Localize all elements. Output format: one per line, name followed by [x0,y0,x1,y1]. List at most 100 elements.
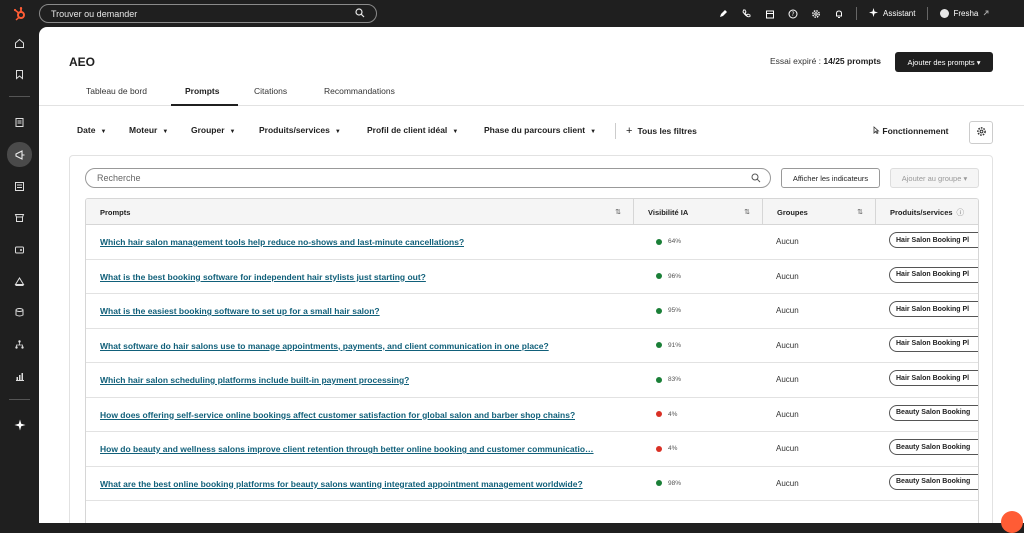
assistant-button[interactable]: Assistant [863,8,921,19]
table-header: Prompts ⇅ Visibilité IA ⇅ Groupes ⇅ Produit… [86,199,978,225]
add-to-group-button[interactable]: Ajouter au groupe ▾ [890,168,979,188]
filter-products[interactable]: Produits/services ▼ [259,125,341,135]
caret-down-icon: ▼ [100,129,107,135]
product-tag[interactable]: Hair Salon Booking Pl [889,370,978,386]
chat-launcher-button[interactable] [1001,511,1023,533]
table-row[interactable]: Which hair salon scheduling platforms in… [86,363,978,398]
column-label: Groupes [777,207,808,217]
group-value: Aucun [776,409,799,419]
network-icon[interactable] [7,332,32,357]
all-filters-button[interactable]: + Tous les filtres [626,125,697,137]
tab-citations[interactable]: Citations [254,86,287,96]
table-row[interactable]: What software do hair salons use to mana… [86,329,978,363]
sort-icon[interactable]: ⇅ [615,208,621,216]
cursor-click-icon [871,126,880,136]
search-icon[interactable] [355,8,365,20]
sort-icon[interactable]: ⇅ [744,208,750,216]
filter-bar: Date ▼ Moteur ▼ Grouper ▼ Produits/services… [39,121,1024,144]
settings-button[interactable] [969,121,993,144]
table-row[interactable]: How do beauty and wellness salons improv… [86,432,978,467]
table-row[interactable]: What is the easiest booking software to … [86,294,978,329]
content-icon[interactable] [7,174,32,199]
status-dot-icon [656,273,662,279]
prompt-link[interactable]: What software do hair salons use to mana… [100,341,549,351]
how-it-works-button[interactable]: Fonctionnement [871,125,948,136]
help-icon[interactable]: ? [781,0,804,27]
search-icon [751,173,761,185]
visibility-cell: 4% [656,445,677,452]
prompt-link[interactable]: Which hair salon scheduling platforms in… [100,375,409,385]
caret-down-icon: ▼ [162,129,169,135]
trial-count: 14/25 prompts [823,56,882,66]
prompt-link[interactable]: What is the best booking software for in… [100,272,426,282]
prompt-link[interactable]: Which hair salon management tools help r… [100,237,464,247]
filter-date[interactable]: Date ▼ [77,125,106,135]
product-tag[interactable]: Beauty Salon Booking [889,439,978,455]
column-header-prompts[interactable]: Prompts ⇅ [86,199,634,225]
avatar [940,9,950,18]
table-row[interactable]: What is the best booking software for in… [86,260,978,294]
visibility-cell: 91% [656,342,681,349]
product-tag[interactable]: Hair Salon Booking Pl [889,335,978,352]
data-icon[interactable] [7,300,32,325]
product-tag[interactable]: Hair Salon Booking Pl [889,232,978,248]
column-header-products[interactable]: Produits/services ⓘ [876,199,978,225]
column-header-visibility[interactable]: Visibilité IA ⇅ [634,199,763,225]
contacts-icon[interactable] [7,110,32,135]
product-tag[interactable]: Beauty Salon Booking [889,404,978,421]
visibility-value: 91% [668,341,682,349]
status-dot-icon [656,342,662,348]
filter-group[interactable]: Grouper ▼ [191,125,235,135]
caret-down-icon: ▼ [334,129,341,135]
prompt-link[interactable]: What are the best online booking platfor… [100,479,583,489]
all-filters-label: Tous les filtres [637,126,697,136]
marketing-icon[interactable] [7,142,32,167]
bell-icon[interactable] [827,0,850,27]
product-tag[interactable]: Beauty Salon Booking [889,473,978,490]
home-icon[interactable] [7,31,32,56]
column-header-groups[interactable]: Groupes ⇅ [763,199,876,225]
edit-icon[interactable] [712,0,735,27]
hubspot-logo-icon[interactable] [0,0,40,27]
reporting-icon[interactable] [7,364,32,389]
phone-icon[interactable] [735,0,758,27]
group-value: Aucun [776,237,799,246]
filter-journey-stage-label: Phase du parcours client [484,125,586,135]
product-tag[interactable]: Hair Salon Booking Pl [889,301,978,317]
group-value: Aucun [776,306,799,315]
visibility-value: 96% [668,272,682,280]
group-value: Aucun [776,375,799,384]
filter-journey-stage[interactable]: Phase du parcours client ▼ [484,125,596,135]
settings-icon[interactable] [804,0,827,27]
info-icon[interactable]: ⓘ [957,207,965,218]
tab-dashboard[interactable]: Tableau de bord [86,86,147,96]
product-tag[interactable]: Hair Salon Booking Pl [889,266,978,283]
filter-customer-profile[interactable]: Profil de client idéal ▼ [367,125,458,135]
sort-icon[interactable]: ⇅ [857,208,863,216]
filter-products-label: Produits/services [259,125,330,135]
filter-engine[interactable]: Moteur ▼ [129,125,168,135]
service-icon[interactable] [7,237,32,262]
commerce-icon[interactable] [7,205,32,230]
table-row[interactable]: How does offering self-service online bo… [86,398,978,432]
prompt-link[interactable]: What is the easiest booking software to … [100,306,380,316]
automation-icon[interactable] [7,269,32,294]
trial-status: Essai expiré : 14/25 prompts [770,56,881,66]
marketplace-icon[interactable] [758,0,781,27]
status-dot-icon [656,411,662,417]
table-row[interactable]: Which hair salon management tools help r… [86,225,978,260]
svg-text:?: ? [791,11,794,18]
group-value: Aucun [776,271,799,281]
table-row[interactable]: What are the best online booking platfor… [86,467,978,501]
add-prompts-button[interactable]: Ajouter des prompts ▾ [895,52,993,72]
show-indicators-button[interactable]: Afficher les indicateurs [781,168,880,188]
global-search-input[interactable]: Trouver ou demander [39,4,377,23]
account-menu[interactable]: Fresha [934,9,996,19]
bookmark-icon[interactable] [7,62,32,87]
prompt-link[interactable]: How does offering self-service online bo… [100,410,575,420]
breeze-icon[interactable] [7,412,32,437]
tab-recommendations[interactable]: Recommandations [324,86,395,96]
tab-prompts[interactable]: Prompts [185,86,219,96]
search-input[interactable]: Recherche [85,168,771,188]
prompt-link[interactable]: How do beauty and wellness salons improv… [100,444,594,454]
